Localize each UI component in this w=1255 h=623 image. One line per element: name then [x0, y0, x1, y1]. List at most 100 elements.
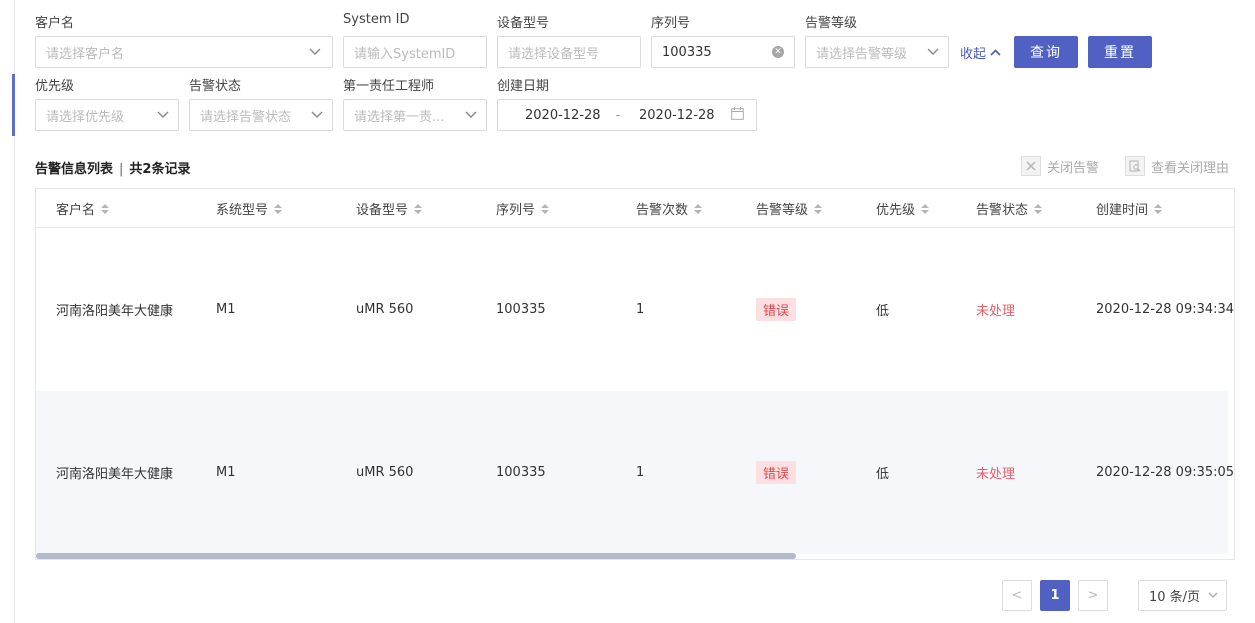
page-size-select[interactable]: 10 条/页 — [1138, 580, 1227, 611]
horizontal-scrollbar[interactable] — [36, 553, 796, 559]
cell-created: 2020-12-28 09:34:34 — [1096, 302, 1235, 317]
alarm-level-select[interactable]: 请选择告警等级 — [805, 36, 949, 68]
cell-serial: 100335 — [496, 302, 546, 317]
system-id-label: System ID — [343, 12, 410, 27]
clear-icon[interactable]: ✕ — [772, 46, 784, 58]
column-label: 优先级 — [876, 203, 916, 218]
chevron-down-icon — [310, 108, 324, 122]
sort-icon — [541, 203, 550, 214]
column-label: 告警状态 — [976, 203, 1029, 218]
cell-priority: 低 — [876, 467, 890, 482]
priority-placeholder: 请选择优先级 — [46, 109, 125, 125]
close-alarm-label: 关闭告警 — [1047, 160, 1100, 176]
cell-level: 错误 — [756, 228, 797, 391]
error-tag: 错误 — [756, 461, 797, 484]
serial-label: 序列号 — [651, 16, 691, 31]
column-label: 系统型号 — [216, 203, 269, 218]
list-title: 告警信息列表 — [35, 162, 114, 177]
active-indicator — [12, 74, 15, 136]
start-date[interactable]: 2020-12-28 — [525, 108, 601, 123]
alarm-table: 客户名 系统型号 设备型号 序列号 告警次数 告警等级 优先级 告警状态 创建时… — [35, 188, 1235, 560]
alarm-level-label: 告警等级 — [805, 16, 858, 31]
table-row[interactable]: 河南洛阳美年大健康 M1 uMR 560 100335 1 错误 低 未处理 2… — [36, 391, 1234, 554]
column-header-device-model[interactable]: 设备型号 — [356, 189, 423, 228]
alarm-status-label: 告警状态 — [189, 79, 242, 94]
column-label: 告警等级 — [756, 203, 809, 218]
page-1-button[interactable]: 1 — [1040, 580, 1070, 611]
device-model-placeholder: 请选择设备型号 — [508, 46, 600, 62]
document-search-icon — [1125, 156, 1145, 176]
cell-system-model: M1 — [216, 465, 236, 480]
priority-select[interactable]: 请选择优先级 — [35, 99, 179, 131]
prev-page-button[interactable]: < — [1002, 580, 1032, 611]
title-separator: | — [119, 162, 124, 177]
column-header-level[interactable]: 告警等级 — [756, 189, 823, 228]
view-close-reason-button[interactable]: 查看关闭理由 — [1125, 156, 1229, 176]
column-label: 告警次数 — [636, 203, 689, 218]
cell-customer: 河南洛阳美年大健康 — [56, 467, 174, 482]
alarm-status-placeholder: 请选择告警状态 — [200, 109, 292, 125]
system-id-input[interactable]: 请输入SystemID — [343, 36, 487, 68]
sort-icon — [694, 203, 703, 214]
list-heading: 告警信息列表 | 共2条记录 — [35, 158, 190, 177]
serial-input[interactable]: 100335 ✕ — [651, 36, 795, 68]
cell-count: 1 — [636, 465, 645, 480]
next-page-button[interactable]: > — [1078, 580, 1108, 611]
column-header-created[interactable]: 创建时间 — [1096, 189, 1163, 228]
cell-device-model: uMR 560 — [356, 302, 414, 317]
sort-icon — [274, 203, 283, 214]
column-header-customer[interactable]: 客户名 — [56, 189, 110, 228]
chevron-down-icon — [308, 45, 322, 59]
chevron-down-icon — [1208, 588, 1218, 603]
system-id-placeholder: 请输入SystemID — [354, 46, 456, 62]
query-button[interactable]: 查询 — [1014, 36, 1078, 68]
collapse-toggle[interactable]: 收起 — [960, 43, 1001, 62]
customer-placeholder: 请选择客户名 — [46, 46, 125, 62]
cell-device-model: uMR 560 — [356, 465, 414, 480]
alarm-level-placeholder: 请选择告警等级 — [816, 46, 908, 62]
column-label: 序列号 — [496, 203, 536, 218]
close-alarm-button[interactable]: 关闭告警 — [1021, 156, 1099, 176]
date-separator: - — [615, 107, 621, 123]
cell-created: 2020-12-28 09:35:05 — [1096, 465, 1235, 480]
engineer-select[interactable]: 请选择第一责... — [343, 99, 487, 131]
cell-priority: 低 — [876, 304, 890, 319]
reset-button[interactable]: 重置 — [1088, 36, 1152, 68]
sort-icon — [1154, 203, 1163, 214]
alarm-status-select[interactable]: 请选择告警状态 — [189, 99, 333, 131]
column-header-priority[interactable]: 优先级 — [876, 189, 930, 228]
cell-level: 错误 — [756, 391, 797, 554]
collapse-label: 收起 — [960, 47, 987, 62]
sort-icon — [814, 203, 823, 214]
table-header: 客户名 系统型号 设备型号 序列号 告警次数 告警等级 优先级 告警状态 创建时… — [36, 189, 1234, 228]
cell-count: 1 — [636, 302, 645, 317]
cell-customer: 河南洛阳美年大健康 — [56, 304, 174, 319]
column-header-serial[interactable]: 序列号 — [496, 189, 550, 228]
record-count: 共2条记录 — [129, 162, 191, 177]
date-range-picker[interactable]: 2020-12-28 - 2020-12-28 — [497, 99, 757, 131]
alarm-page: 客户名 System ID 设备型号 序列号 告警等级 请选择客户名 请输入Sy… — [0, 0, 1255, 623]
close-icon — [1021, 156, 1041, 176]
chevron-down-icon — [926, 45, 940, 59]
cell-system-model: M1 — [216, 302, 236, 317]
serial-value: 100335 — [662, 44, 712, 60]
chevron-down-icon — [156, 108, 170, 122]
sort-icon — [1034, 203, 1043, 214]
calendar-icon — [731, 106, 744, 124]
chevron-up-icon — [990, 45, 1001, 60]
cell-serial: 100335 — [496, 465, 546, 480]
engineer-placeholder: 请选择第一责... — [354, 109, 445, 125]
sort-icon — [101, 203, 110, 214]
device-model-select[interactable]: 请选择设备型号 — [497, 36, 641, 68]
column-label: 设备型号 — [356, 203, 409, 218]
priority-label: 优先级 — [35, 79, 75, 94]
cell-status: 未处理 — [976, 467, 1016, 482]
column-header-system-model[interactable]: 系统型号 — [216, 189, 283, 228]
sort-icon — [921, 203, 930, 214]
table-row[interactable]: 河南洛阳美年大健康 M1 uMR 560 100335 1 错误 低 未处理 2… — [36, 228, 1234, 391]
end-date[interactable]: 2020-12-28 — [639, 108, 715, 123]
cell-status: 未处理 — [976, 304, 1016, 319]
column-header-status[interactable]: 告警状态 — [976, 189, 1043, 228]
column-header-count[interactable]: 告警次数 — [636, 189, 703, 228]
customer-select[interactable]: 请选择客户名 — [35, 36, 333, 68]
